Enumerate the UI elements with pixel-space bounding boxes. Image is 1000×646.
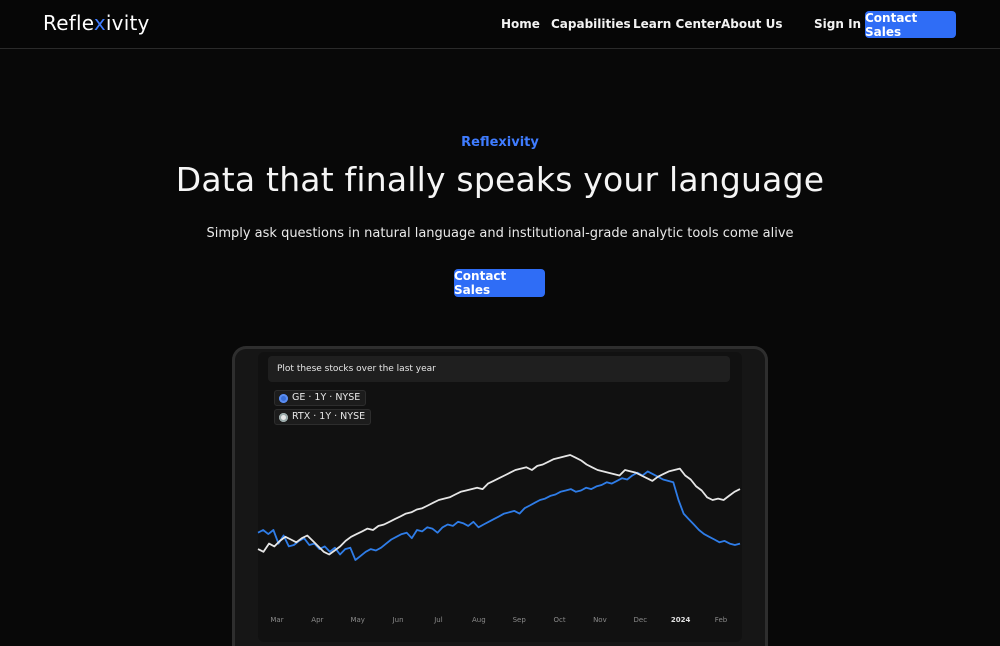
x-tick-label: Feb xyxy=(714,616,728,624)
x-tick-label: Jun xyxy=(392,616,404,624)
x-tick-label: May xyxy=(350,616,365,624)
stock-line-chart xyxy=(257,454,741,561)
x-tick-label: Nov xyxy=(593,616,607,624)
x-tick-label: Apr xyxy=(311,616,324,624)
x-tick-label: Jul xyxy=(434,616,443,624)
x-tick-label: Dec xyxy=(633,616,648,624)
series-line-rtx xyxy=(257,454,741,556)
x-tick-label: 2024 xyxy=(670,616,691,624)
series-line-ge xyxy=(257,470,741,561)
x-tick-label: Oct xyxy=(553,616,566,624)
x-tick-label: Aug xyxy=(471,616,486,624)
x-tick-label: Sep xyxy=(512,616,526,624)
x-tick-label: Mar xyxy=(270,616,284,624)
